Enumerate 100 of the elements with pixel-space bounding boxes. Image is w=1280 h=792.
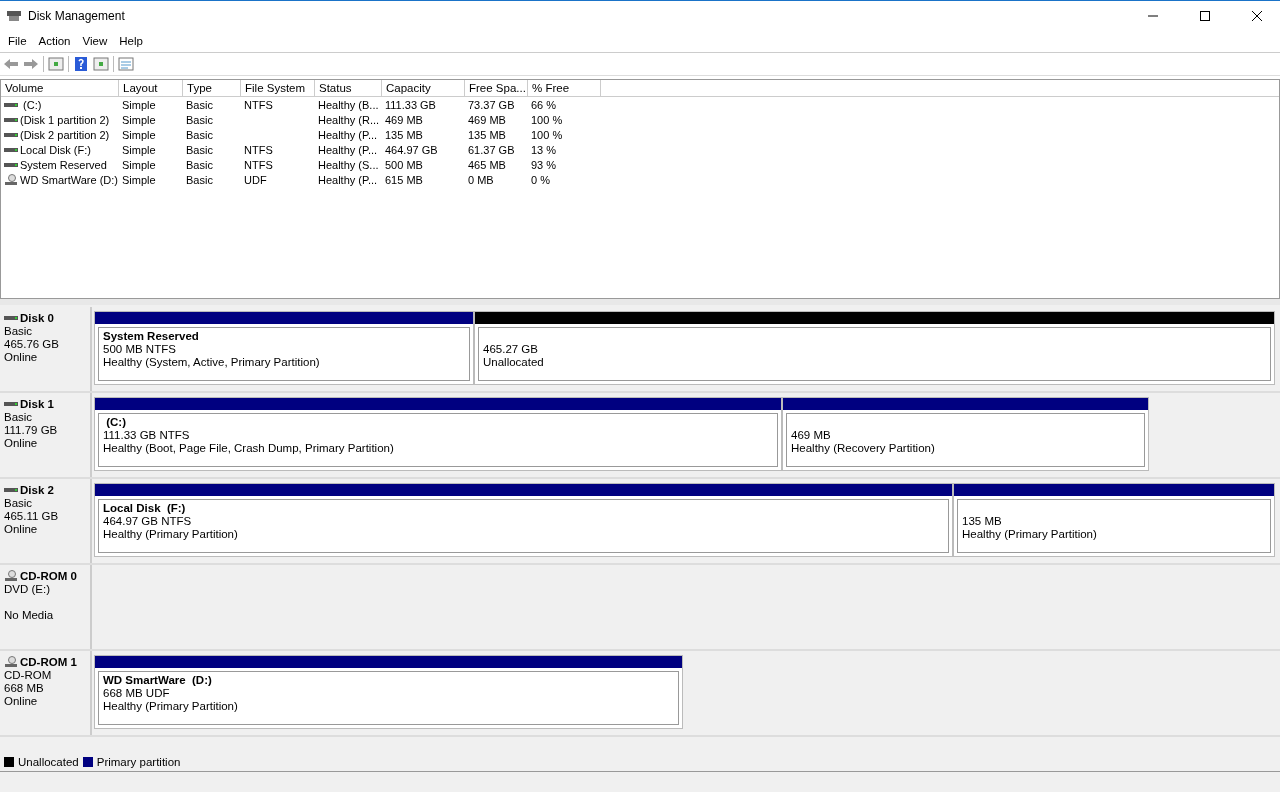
table-cell: 100 %: [531, 113, 563, 126]
table-cell: Healthy (P...: [318, 143, 378, 156]
table-cell: 615 MB: [385, 173, 423, 186]
disk-info: Online: [4, 523, 38, 535]
disk-info: Online: [4, 695, 38, 707]
table-cell: Simple: [122, 98, 156, 111]
partition-status: Healthy (System, Active, Primary Partition): [103, 356, 320, 368]
table-cell: (Disk 2 partition 2): [20, 128, 110, 141]
disk-info: Basic: [4, 411, 33, 423]
table-cell: 135 MB: [385, 128, 423, 141]
close-icon: [1252, 10, 1262, 21]
table-cell: Basic: [186, 173, 213, 186]
partition-block[interactable]: 469 MB Healthy (Recovery Partition): [782, 397, 1149, 471]
table-cell: Healthy (P...: [318, 173, 378, 186]
disk-info: Online: [4, 437, 38, 449]
partition-size: 500 MB NTFS: [103, 343, 176, 355]
partition-size: 465.27 GB: [483, 343, 538, 355]
hard-drive-icon: [4, 401, 18, 407]
table-cell: System Reserved: [20, 158, 107, 171]
partition-status: Healthy (Primary Partition): [962, 528, 1097, 540]
legend-label: Primary partition: [96, 756, 181, 768]
table-cell: Local Disk (F:): [20, 143, 91, 156]
table-cell: Basic: [186, 143, 213, 156]
disk-name: Disk 1: [20, 398, 54, 410]
disk-info: 111.79 GB: [4, 424, 58, 436]
table-cell: Simple: [122, 158, 156, 171]
table-cell: 66 %: [531, 98, 557, 111]
partition-block[interactable]: System Reserved 500 MB NTFS Healthy (System, Active, Primary Partition): [94, 311, 474, 385]
partition-size: 135 MB: [962, 515, 1002, 527]
legend-label: Unallocated: [18, 756, 79, 768]
partition-name: Local Disk (F:): [103, 502, 187, 515]
partition-block[interactable]: Local Disk (F:) 464.97 GB NTFS Healthy (Primary Partition): [94, 483, 953, 557]
hard-drive-icon: [4, 101, 18, 108]
cd-drive-icon: [4, 570, 18, 582]
menu-item[interactable]: Action: [32, 35, 77, 47]
menu-item[interactable]: Help: [113, 35, 149, 47]
hard-drive-icon: [4, 315, 18, 321]
table-cell: (Disk 1 partition 2): [20, 113, 110, 126]
partition-block[interactable]: 135 MB Healthy (Primary Partition): [953, 483, 1275, 557]
disk-info: Basic: [4, 497, 33, 509]
table-cell: NTFS: [244, 143, 273, 156]
table-cell: Basic: [186, 98, 213, 111]
table-cell: Healthy (R...: [318, 113, 380, 126]
hard-drive-icon: [4, 487, 18, 493]
table-cell: 469 MB: [385, 113, 423, 126]
partition-status: Healthy (Primary Partition): [103, 528, 238, 540]
partition-status: Healthy (Primary Partition): [103, 700, 238, 712]
partition-block[interactable]: (C:) 111.33 GB NTFS Healthy (Boot, Page File, Crash Dump, Primary Partition): [94, 397, 782, 471]
disk-info: 668 MB: [4, 682, 44, 694]
panel-icon[interactable]: [48, 56, 64, 72]
help-icon[interactable]: [73, 56, 89, 72]
table-cell: 469 MB: [468, 113, 506, 126]
forward-icon[interactable]: [23, 56, 39, 72]
menu-item[interactable]: File: [2, 35, 33, 47]
partition-size: 469 MB: [791, 429, 831, 441]
partition-block[interactable]: WD SmartWare (D:) 668 MB UDF Healthy (Primary Partition): [94, 655, 683, 729]
panel-icon[interactable]: [93, 56, 109, 72]
table-cell: 61.37 GB: [468, 143, 515, 156]
table-cell: Basic: [186, 158, 213, 171]
table-cell: 100 %: [531, 128, 563, 141]
table-cell: NTFS: [244, 98, 273, 111]
disk-management-icon: [6, 8, 22, 23]
partition-status: Healthy (Boot, Page File, Crash Dump, Primary Partition): [103, 442, 394, 454]
table-cell: 93 %: [531, 158, 557, 171]
table-cell: 111.33 GB: [385, 98, 436, 111]
partition-status: Unallocated: [483, 356, 544, 368]
table-cell: Simple: [122, 128, 156, 141]
partition-status: Healthy (Recovery Partition): [791, 442, 935, 454]
back-icon[interactable]: [3, 56, 19, 72]
table-cell: 465 MB: [468, 158, 506, 171]
disk-info: DVD (E:): [4, 583, 50, 595]
disk-info: CD-ROM: [4, 669, 52, 681]
table-cell: WD SmartWare (D:): [20, 173, 118, 186]
table-cell: 73.37 GB: [468, 98, 515, 111]
cd-drive-icon: [4, 173, 18, 186]
table-cell: 135 MB: [468, 128, 506, 141]
table-cell: 0 %: [531, 173, 550, 186]
table-cell: 0 MB: [468, 173, 494, 186]
hard-drive-icon: [4, 161, 18, 168]
maximize-icon: [1200, 10, 1210, 21]
partition-block[interactable]: 465.27 GB Unallocated: [474, 311, 1275, 385]
partition-size: 464.97 GB NTFS: [103, 515, 192, 527]
table-cell: Healthy (S...: [318, 158, 379, 171]
disk-info: No Media: [4, 609, 54, 621]
cd-drive-icon: [4, 656, 18, 668]
table-cell: 13 %: [531, 143, 557, 156]
disk-name: CD-ROM 0: [20, 570, 77, 582]
disk-info: Online: [4, 351, 38, 363]
table-cell: Simple: [122, 173, 156, 186]
partition-name: WD SmartWare (D:): [103, 674, 213, 687]
table-cell: Healthy (B...: [318, 98, 379, 111]
properties-icon[interactable]: [118, 56, 134, 72]
disk-name: Disk 0: [20, 312, 54, 324]
table-cell-text: (C:): [22, 98, 42, 111]
partition-size: 668 MB UDF: [103, 687, 170, 699]
table-cell: 500 MB: [385, 158, 423, 171]
disk-info: 465.76 GB: [4, 338, 59, 350]
table-cell: Basic: [186, 128, 213, 141]
menu-item[interactable]: View: [76, 35, 114, 47]
window-title: Disk Management: [28, 8, 126, 23]
